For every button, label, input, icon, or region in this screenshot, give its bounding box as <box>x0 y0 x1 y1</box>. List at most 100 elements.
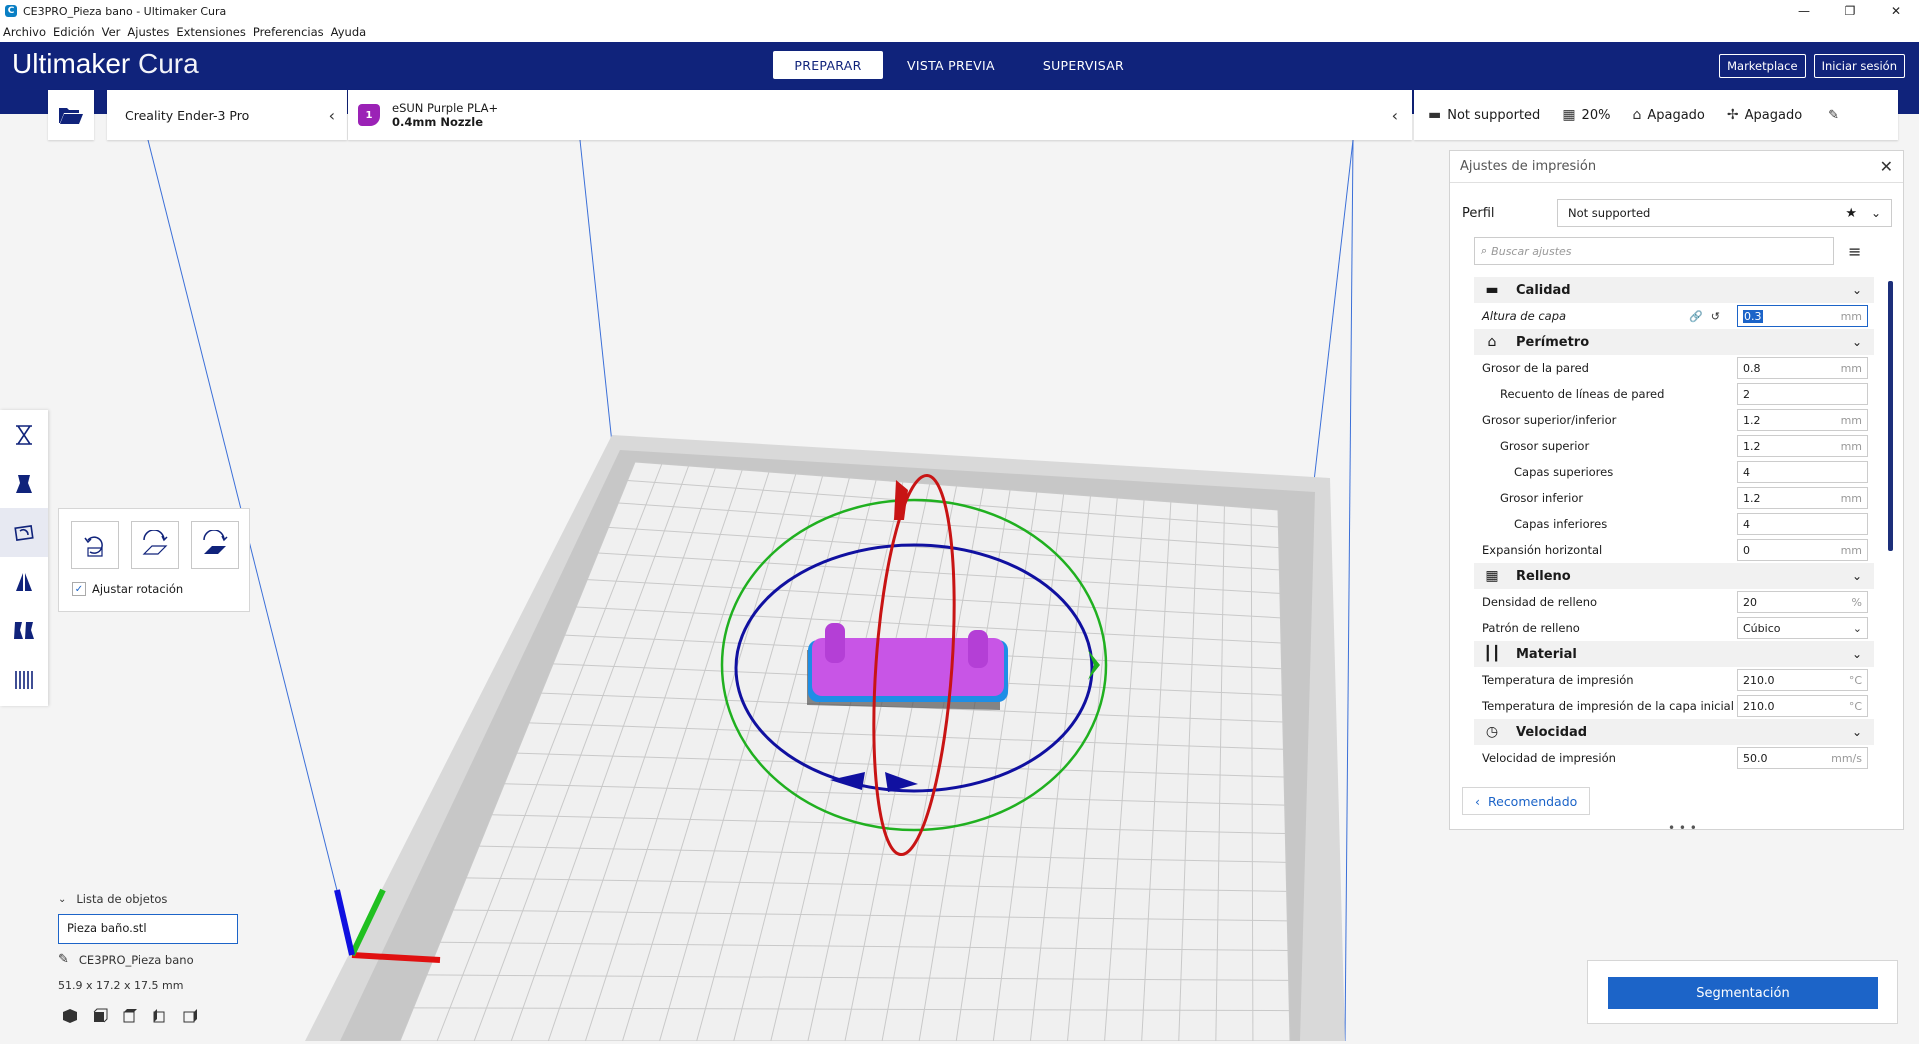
select-face-to-align-button[interactable] <box>191 521 239 569</box>
object-list-item[interactable]: Pieza baño.stl <box>58 914 238 944</box>
setting-label: Grosor superior/inferior <box>1482 413 1617 427</box>
slice-button[interactable]: Segmentación <box>1608 977 1878 1009</box>
chevron-down-icon: ⌄ <box>1851 283 1862 297</box>
settings-category[interactable]: ▬ Calidad ⌄ <box>1474 277 1874 303</box>
settings-category[interactable]: ▦ Relleno ⌄ <box>1474 563 1874 589</box>
object-list-toggle[interactable]: ⌄ Lista de objetos <box>58 892 258 906</box>
view-front-icon[interactable] <box>92 1008 108 1024</box>
setting-row: Grosor superior/inferior 1.2 mm <box>1474 407 1874 433</box>
view-3d-icon[interactable] <box>62 1008 78 1024</box>
cura-app-icon: C <box>5 5 17 17</box>
menu-extensiones[interactable]: Extensiones <box>173 25 250 39</box>
settings-visibility-menu-icon[interactable]: ≡ <box>1848 242 1861 261</box>
menu-ayuda[interactable]: Ayuda <box>328 25 371 39</box>
setting-unit: °C <box>1848 699 1862 713</box>
settings-scrollbar[interactable] <box>1888 281 1893 551</box>
folder-open-icon <box>59 108 83 124</box>
search-settings-input[interactable]: ⌕ Buscar ajustes <box>1474 237 1834 265</box>
setting-input[interactable]: 1.2 mm <box>1737 487 1868 509</box>
view-top-icon[interactable] <box>122 1008 138 1024</box>
tab-vista-previa[interactable]: VISTA PREVIA <box>883 51 1019 79</box>
summary-profile: ▬ Not supported <box>1428 107 1541 123</box>
title-bar: C CE3PRO_Pieza bano - Ultimaker Cura — ❐… <box>0 0 1919 22</box>
setting-input[interactable]: 0 mm <box>1737 539 1868 561</box>
rotate-icon <box>14 524 34 541</box>
setting-input[interactable]: 0.8 mm <box>1737 357 1868 379</box>
profile-label: Perfil <box>1462 205 1495 221</box>
menu-edicion[interactable]: Edición <box>50 25 99 39</box>
mirror-tool[interactable] <box>0 557 48 606</box>
menu-ver[interactable]: Ver <box>99 25 125 39</box>
tab-preparar[interactable]: PREPARAR <box>773 51 883 79</box>
open-file-button[interactable] <box>48 90 94 140</box>
snap-rotation-checkbox[interactable]: ✓ Ajustar rotación <box>72 582 183 596</box>
search-row: ⌕ Buscar ajustes ≡ <box>1474 237 1890 265</box>
settings-category[interactable]: ┃┃ Material ⌄ <box>1474 641 1874 667</box>
lay-flat-button[interactable] <box>131 521 179 569</box>
recommended-mode-button[interactable]: ‹ Recomendado <box>1462 787 1591 815</box>
setting-unit: mm <box>1840 361 1862 375</box>
setting-input[interactable]: 0.3 mm <box>1737 305 1868 327</box>
setting-row: Velocidad de impresión 50.0 mm/s <box>1474 745 1874 771</box>
marketplace-button[interactable]: Marketplace <box>1719 54 1806 78</box>
setting-input[interactable]: 1.2 mm <box>1737 435 1868 457</box>
setting-label: Grosor inferior <box>1500 491 1584 505</box>
lay-flat-icon <box>142 530 168 555</box>
setting-label: Recuento de líneas de pared <box>1500 387 1665 401</box>
view-left-icon[interactable] <box>152 1008 168 1024</box>
menu-preferencias[interactable]: Preferencias <box>250 25 328 39</box>
login-button[interactable]: Iniciar sesión <box>1813 54 1905 78</box>
printer-selector[interactable]: Creality Ender-3 Pro ‹ <box>107 90 347 140</box>
setting-dropdown[interactable]: Cúbico ⌄ <box>1737 617 1868 639</box>
per-model-settings-tool[interactable] <box>0 606 48 655</box>
setting-input[interactable]: 4 <box>1737 461 1868 483</box>
menu-ajustes[interactable]: Ajustes <box>124 25 173 39</box>
setting-input[interactable]: 210.0 °C <box>1737 669 1868 691</box>
job-name[interactable]: CE3PRO_Pieza bano <box>79 953 194 967</box>
profile-dropdown[interactable]: Not supported ★ ⌄ <box>1557 199 1892 227</box>
maximize-button[interactable]: ❐ <box>1827 0 1873 22</box>
support-blocker-tool[interactable] <box>0 655 48 704</box>
rotate-tool[interactable] <box>0 508 48 557</box>
view-right-icon[interactable] <box>182 1008 198 1024</box>
print-settings-summary[interactable]: ▬ Not supported ▦ 20% ⌂ Apagado ✢ Apagad… <box>1414 90 1898 140</box>
settings-category[interactable]: ◷ Velocidad ⌄ <box>1474 719 1874 745</box>
chevron-down-icon: ⌄ <box>1851 335 1862 349</box>
setting-row: Densidad de relleno 20% <box>1474 589 1874 615</box>
z-axis-indicator <box>334 889 355 956</box>
setting-input[interactable]: 50.0 mm/s <box>1737 747 1868 769</box>
chevron-down-icon: ⌄ <box>1851 647 1862 661</box>
setting-unit: % <box>1851 595 1862 609</box>
quality-icon: ▬ <box>1428 107 1442 123</box>
link-icon[interactable]: 🔗 <box>1689 310 1703 323</box>
material-selector[interactable]: 1 eSUN Purple PLA+ 0.4mm Nozzle ‹ <box>348 90 1412 140</box>
move-tool[interactable] <box>0 410 48 459</box>
star-icon[interactable]: ★ <box>1845 206 1857 221</box>
setting-row: Altura de capa 🔗 ↺ 0.3 mm <box>1474 303 1874 329</box>
setting-value: 0.3 <box>1743 309 1763 323</box>
minimize-button[interactable]: — <box>1781 0 1827 22</box>
scale-icon <box>16 474 32 493</box>
reset-rotation-icon <box>84 536 103 557</box>
setting-input[interactable]: 20% <box>1737 591 1868 613</box>
reset-rotation-button[interactable] <box>71 521 119 569</box>
setting-input[interactable]: 4 <box>1737 513 1868 535</box>
close-icon[interactable]: ✕ <box>1880 157 1893 176</box>
setting-row: Expansión horizontal 0 mm <box>1474 537 1874 563</box>
pencil-icon[interactable]: ✎ <box>58 952 69 967</box>
setting-input[interactable]: 2 <box>1737 383 1868 405</box>
snap-rotation-label: Ajustar rotación <box>92 582 184 596</box>
resize-handle-icon[interactable]: • • • <box>1668 821 1697 835</box>
setting-value: 1.2 <box>1743 413 1761 427</box>
setting-row: Patrón de relleno Cúbico ⌄ <box>1474 615 1874 641</box>
reset-icon[interactable]: ↺ <box>1711 310 1720 323</box>
menu-archivo[interactable]: Archivo <box>0 25 50 39</box>
setting-input[interactable]: 210.0 °C <box>1737 695 1868 717</box>
tab-supervisar[interactable]: SUPERVISAR <box>1019 51 1148 79</box>
scale-tool[interactable] <box>0 459 48 508</box>
category-label: Velocidad <box>1516 724 1588 740</box>
settings-category[interactable]: ⌂ Perímetro ⌄ <box>1474 329 1874 355</box>
setting-input[interactable]: 1.2 mm <box>1737 409 1868 431</box>
setting-unit: mm <box>1840 439 1862 453</box>
close-window-button[interactable]: ✕ <box>1873 0 1919 22</box>
